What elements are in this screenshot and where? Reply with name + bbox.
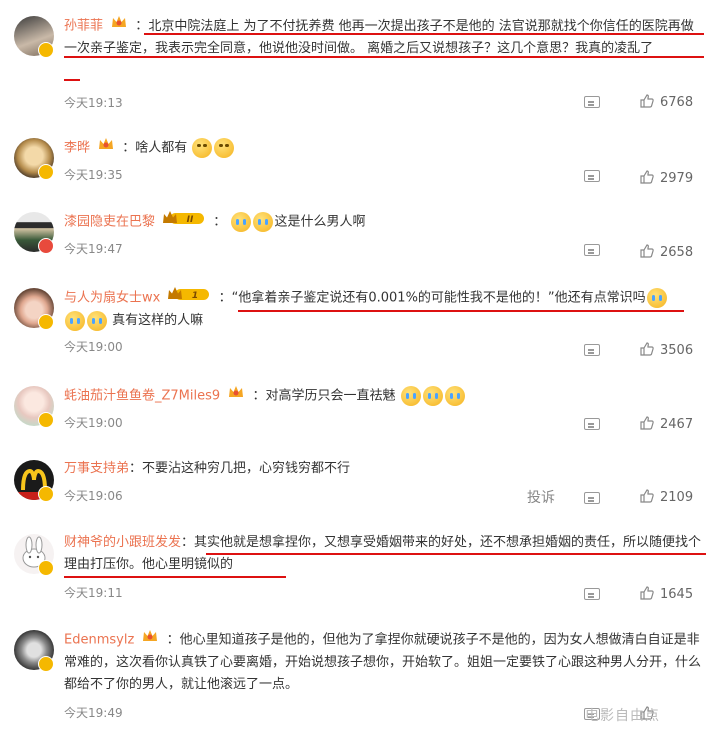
like-count: 2467 — [660, 417, 694, 432]
comment-username[interactable]: 李晔 — [64, 141, 90, 156]
like-count: 1645 — [660, 587, 694, 602]
reply-icon[interactable] — [584, 418, 600, 430]
comment-time: 今天19:00 — [64, 416, 123, 430]
like-count: 6768 — [660, 95, 694, 110]
comment-highlight: “他拿着亲子鉴定说还有0.001%的可能性我不是他的！”他还有点常识吗 — [231, 290, 646, 306]
like-button[interactable]: 3506 — [640, 342, 693, 360]
crying-emoji-icon — [231, 212, 252, 232]
crying-emoji-icon — [422, 386, 443, 406]
comment-username[interactable]: Edenmsylz — [64, 633, 134, 648]
like-button[interactable]: 2467 — [640, 416, 693, 434]
comment-username[interactable]: 万事支持弟 — [64, 461, 129, 476]
thumbs-up-icon — [640, 170, 654, 184]
like-count: 2109 — [660, 490, 694, 505]
like-count: 2979 — [660, 171, 694, 186]
highlight-underline — [144, 33, 704, 35]
like-button[interactable]: 1645 — [640, 586, 693, 604]
comment-text: 漆园隐吏在巴黎 II ： 这是什么男人啊 — [64, 210, 706, 234]
verified-badge-icon — [38, 238, 54, 254]
reply-icon[interactable] — [584, 170, 600, 182]
vip-crown-icon — [110, 14, 128, 38]
comment-text-prefix: ： — [181, 535, 195, 550]
crying-emoji-icon — [400, 386, 421, 406]
like-button[interactable]: 6768 — [640, 94, 693, 112]
svg-text:1: 1 — [192, 291, 198, 301]
like-button[interactable]: 2109 — [640, 489, 693, 507]
thumbs-up-icon — [640, 244, 654, 258]
comment-text-prefix: ： — [213, 214, 227, 230]
vip-crown-icon — [97, 136, 115, 160]
comment-text: 李晔 ：啥人都有 — [64, 136, 706, 160]
like-count: 2658 — [660, 245, 694, 260]
comment-text-prefix: ：他心里知道孩子是他的，但他为了拿捏你就硬说孩子不是他的，因为女人想做清白自证是… — [64, 632, 702, 693]
reply-icon[interactable] — [584, 588, 600, 600]
highlight-underline — [238, 310, 684, 312]
comment-username[interactable]: 蚝油茄汁鱼鱼卷_Z7Miles9 — [64, 389, 220, 404]
verified-badge-icon — [38, 42, 54, 58]
crying-emoji-icon — [253, 212, 274, 232]
comment-username[interactable]: 财神爷的小跟班发发 — [64, 535, 181, 550]
comment-text-prefix: ：对高学历只会一直祛魅 — [252, 388, 396, 404]
thumbs-up-icon — [640, 94, 654, 108]
thumbs-up-icon — [640, 416, 654, 430]
vip-level-badge-icon: II — [162, 210, 206, 234]
reply-icon[interactable] — [584, 492, 600, 504]
comment-time: 今天19:06 — [64, 489, 123, 503]
svg-text:II: II — [187, 215, 194, 225]
crying-emoji-icon — [646, 288, 667, 308]
emoji-icon — [214, 138, 235, 158]
comment-username[interactable]: 孙菲菲 — [64, 19, 103, 34]
comment-text-prefix: ：啥人都有 — [122, 140, 188, 156]
reply-icon[interactable] — [584, 344, 600, 356]
comment-time: 今天19:11 — [64, 586, 123, 600]
like-count: 3506 — [660, 343, 694, 358]
emoji-icon — [192, 138, 213, 158]
thumbs-up-icon — [640, 489, 654, 503]
highlight-underline — [206, 553, 706, 555]
thumbs-up-icon — [640, 586, 654, 600]
verified-badge-icon — [38, 314, 54, 330]
comment-text-suffix: 真有这样的人嘛 — [112, 313, 204, 328]
comment-time: 今天19:47 — [64, 242, 123, 256]
verified-badge-icon — [38, 164, 54, 180]
verified-badge-icon — [38, 412, 54, 428]
comment-text-prefix: ：不要沾这种穷几把，心穷钱穷都不行 — [129, 461, 351, 476]
comment-highlight: 北京中院法庭上 为了不付抚养费 他再一次提出孩子不是他的 法官说那就找个你信任的… — [64, 18, 694, 57]
vip-level-badge-icon: 1 — [167, 286, 211, 310]
crying-emoji-icon — [65, 310, 85, 331]
crying-emoji-icon — [87, 310, 107, 331]
comment-text-prefix: ： — [218, 290, 232, 306]
comment-time: 今天19:13 — [64, 96, 123, 110]
like-button[interactable]: 2658 — [640, 244, 693, 262]
comment-text: 蚝油茄汁鱼鱼卷_Z7Miles9 ：对高学历只会一直祛魅 — [64, 384, 706, 408]
comment-text-prefix: ： — [135, 18, 149, 34]
comment-time: 今天19:00 — [64, 340, 123, 354]
highlight-underline — [64, 56, 704, 58]
report-button[interactable]: 投诉 — [527, 487, 555, 507]
comment-text: 孙菲菲 ：北京中院法庭上 为了不付抚养费 他再一次提出孩子不是他的 法官说那就找… — [64, 14, 706, 60]
comment-username[interactable]: 与人为扇女士wx — [64, 291, 160, 306]
comment-text: 与人为扇女士wx 1 ：“他拿着亲子鉴定说还有0.001%的可能性我不是他的！”… — [64, 286, 706, 332]
verified-badge-icon — [38, 486, 54, 502]
comment-text: Edenmsylz ：他心里知道孩子是他的，但他为了拿捏你就硬说孩子不是他的，因… — [64, 628, 706, 696]
highlight-underline — [64, 79, 80, 81]
highlight-underline — [64, 576, 286, 578]
like-button[interactable]: 2979 — [640, 170, 693, 188]
verified-badge-icon — [38, 656, 54, 672]
comment-username[interactable]: 漆园隐吏在巴黎 — [64, 215, 155, 230]
comment-time: 今天19:49 — [64, 706, 123, 720]
reply-icon[interactable] — [584, 96, 600, 108]
thumbs-up-icon — [640, 342, 654, 356]
watermark: 电影自由点 — [585, 708, 660, 724]
comment-time: 今天19:35 — [64, 168, 123, 182]
verified-badge-icon — [38, 560, 54, 576]
vip-crown-icon — [227, 384, 245, 408]
comment-text-suffix: 这是什么男人啊 — [274, 214, 366, 230]
vip-crown-icon — [141, 628, 159, 652]
crying-emoji-icon — [444, 386, 465, 406]
comment-text: 万事支持弟：不要沾这种穷几把，心穷钱穷都不行 — [64, 458, 706, 480]
reply-icon[interactable] — [584, 244, 600, 256]
